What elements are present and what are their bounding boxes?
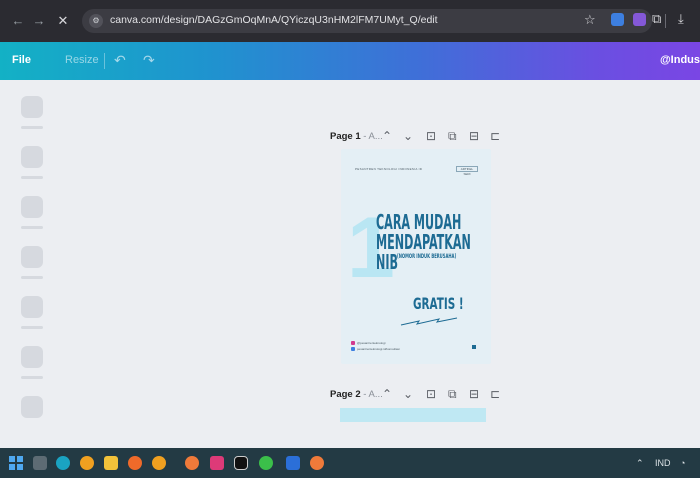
user-menu-button[interactable]: @Indus — [660, 54, 700, 66]
side-panel-item[interactable] — [21, 196, 45, 229]
panel-label-placeholder — [21, 176, 43, 179]
toolbar-divider — [665, 14, 666, 28]
page-title[interactable]: Page 2 - A... — [330, 389, 383, 400]
chrome-icon[interactable] — [152, 456, 166, 470]
title-line-3: NIB (NOMOR INDUK BERUSAHA) — [376, 252, 529, 272]
trash-icon[interactable]: ⊟ — [469, 386, 479, 402]
chevron-up-icon[interactable]: ⌃ — [382, 128, 392, 144]
page-title[interactable]: Page 1 - A... — [330, 131, 383, 142]
side-panel-item[interactable] — [21, 96, 45, 129]
site-settings-icon[interactable]: ⚙ — [89, 14, 103, 28]
task-view-icon[interactable] — [33, 456, 47, 470]
side-panel-rail — [0, 80, 58, 448]
page-header-text: PESANTREN TEKNOLOGI INDONESIA ID — [355, 167, 423, 171]
panel-icon — [21, 296, 43, 318]
panel-label-placeholder — [21, 276, 43, 279]
chevron-up-icon[interactable]: ⌃ — [636, 458, 644, 469]
duplicate-icon[interactable]: ⧉ — [448, 128, 457, 144]
language-indicator[interactable]: IND — [655, 458, 671, 468]
close-icon[interactable]: ✕ — [56, 14, 70, 28]
file-menu-button[interactable]: File — [12, 54, 31, 66]
download-icon[interactable]: ⤓ — [678, 11, 684, 27]
forward-icon[interactable]: → — [32, 14, 46, 28]
page-header: Page 1 - A... ⌃ ⌄ ⊡ ⧉ ⊟ ⊏ — [330, 128, 510, 144]
file-explorer-icon[interactable] — [104, 456, 118, 470]
panel-icon — [21, 146, 43, 168]
url-text[interactable]: canva.com/design/DAGzGmOqMnA/QYiczqU3nHM… — [110, 14, 438, 26]
lock-icon[interactable]: ⊡ — [426, 128, 436, 144]
gratis-text: GRATIS ! — [413, 294, 464, 313]
title-subtitle: (NOMOR INDUK BERUSAHA) — [397, 253, 457, 260]
panel-icon — [21, 246, 43, 268]
side-panel-item[interactable] — [21, 346, 45, 379]
chrome-icon[interactable] — [310, 456, 324, 470]
editor-toolbar: File Resize ↶ ↷ @Indus — [0, 42, 700, 80]
word-icon[interactable] — [286, 456, 300, 470]
address-bar[interactable]: ⚙ canva.com/design/DAGzGmOqMnA/QYiczqU3n… — [82, 9, 652, 33]
add-page-icon[interactable]: ⊏ — [490, 128, 500, 144]
resize-button[interactable]: Resize — [65, 54, 99, 66]
design-page-2[interactable] — [340, 408, 486, 422]
chevron-down-icon[interactable]: ⌄ — [403, 128, 413, 144]
panel-label-placeholder — [21, 326, 43, 329]
chevron-up-icon[interactable]: ⌃ — [382, 386, 392, 402]
panel-icon — [21, 196, 43, 218]
toolbar-divider — [104, 53, 105, 69]
undo-icon[interactable]: ↶ — [114, 52, 126, 69]
page-header-badge: ARTIKEL SERI — [456, 166, 478, 176]
chrome-icon[interactable] — [185, 456, 199, 470]
footer-website: pesantrenteknologi.id/konsultasi — [351, 347, 400, 352]
threads-icon[interactable] — [234, 456, 248, 470]
taskbar: ⌃ IND ◔ — [0, 448, 700, 478]
title-line-1: CARA MUDAH — [376, 210, 462, 234]
browser-chrome: ← → ✕ ⚙ canva.com/design/DAGzGmOqMnA/QYi… — [0, 0, 700, 42]
side-panel-item[interactable] — [21, 146, 45, 179]
extension-icon[interactable] — [611, 13, 624, 26]
redo-icon[interactable]: ↷ — [143, 52, 155, 69]
title-nib: NIB — [376, 250, 398, 274]
duplicate-icon[interactable]: ⧉ — [448, 386, 457, 402]
side-panel-item[interactable] — [21, 396, 45, 418]
extensions-puzzle-icon[interactable]: ⧉ — [652, 11, 661, 27]
edge-icon[interactable] — [56, 456, 70, 470]
page-header: Page 2 - A... ⌃ ⌄ ⊡ ⧉ ⊟ ⊏ — [330, 386, 510, 402]
lock-icon[interactable]: ⊡ — [426, 386, 436, 402]
back-icon[interactable]: ← — [11, 14, 25, 28]
squiggle-underline — [400, 317, 458, 326]
trash-icon[interactable]: ⊟ — [469, 128, 479, 144]
page-mark — [472, 345, 476, 349]
panel-label-placeholder — [21, 226, 43, 229]
instagram-icon[interactable] — [210, 456, 224, 470]
design-title: CARA MUDAH MENDAPATKAN NIB (NOMOR INDUK … — [376, 212, 529, 272]
panel-label-placeholder — [21, 126, 43, 129]
windows-start-icon[interactable] — [9, 456, 23, 470]
panel-icon — [21, 396, 43, 418]
footer-instagram: @pesantrenteknologi — [351, 341, 385, 346]
wifi-icon[interactable]: ◔ — [680, 458, 685, 468]
design-page-1[interactable]: PESANTREN TEKNOLOGI INDONESIA ID ARTIKEL… — [341, 149, 491, 364]
panel-icon — [21, 346, 43, 368]
instagram-icon — [351, 341, 355, 346]
panel-icon — [21, 96, 43, 118]
app-icon[interactable] — [80, 456, 94, 470]
whatsapp-icon[interactable] — [259, 456, 273, 470]
extension-icon[interactable] — [633, 13, 646, 26]
chevron-down-icon[interactable]: ⌄ — [403, 386, 413, 402]
side-panel-item[interactable] — [21, 246, 45, 279]
web-icon — [351, 347, 355, 352]
side-panel-item[interactable] — [21, 296, 45, 329]
chrome-icon[interactable] — [128, 456, 142, 470]
panel-label-placeholder — [21, 376, 43, 379]
star-icon[interactable]: ☆ — [584, 12, 596, 28]
add-page-icon[interactable]: ⊏ — [490, 386, 500, 402]
